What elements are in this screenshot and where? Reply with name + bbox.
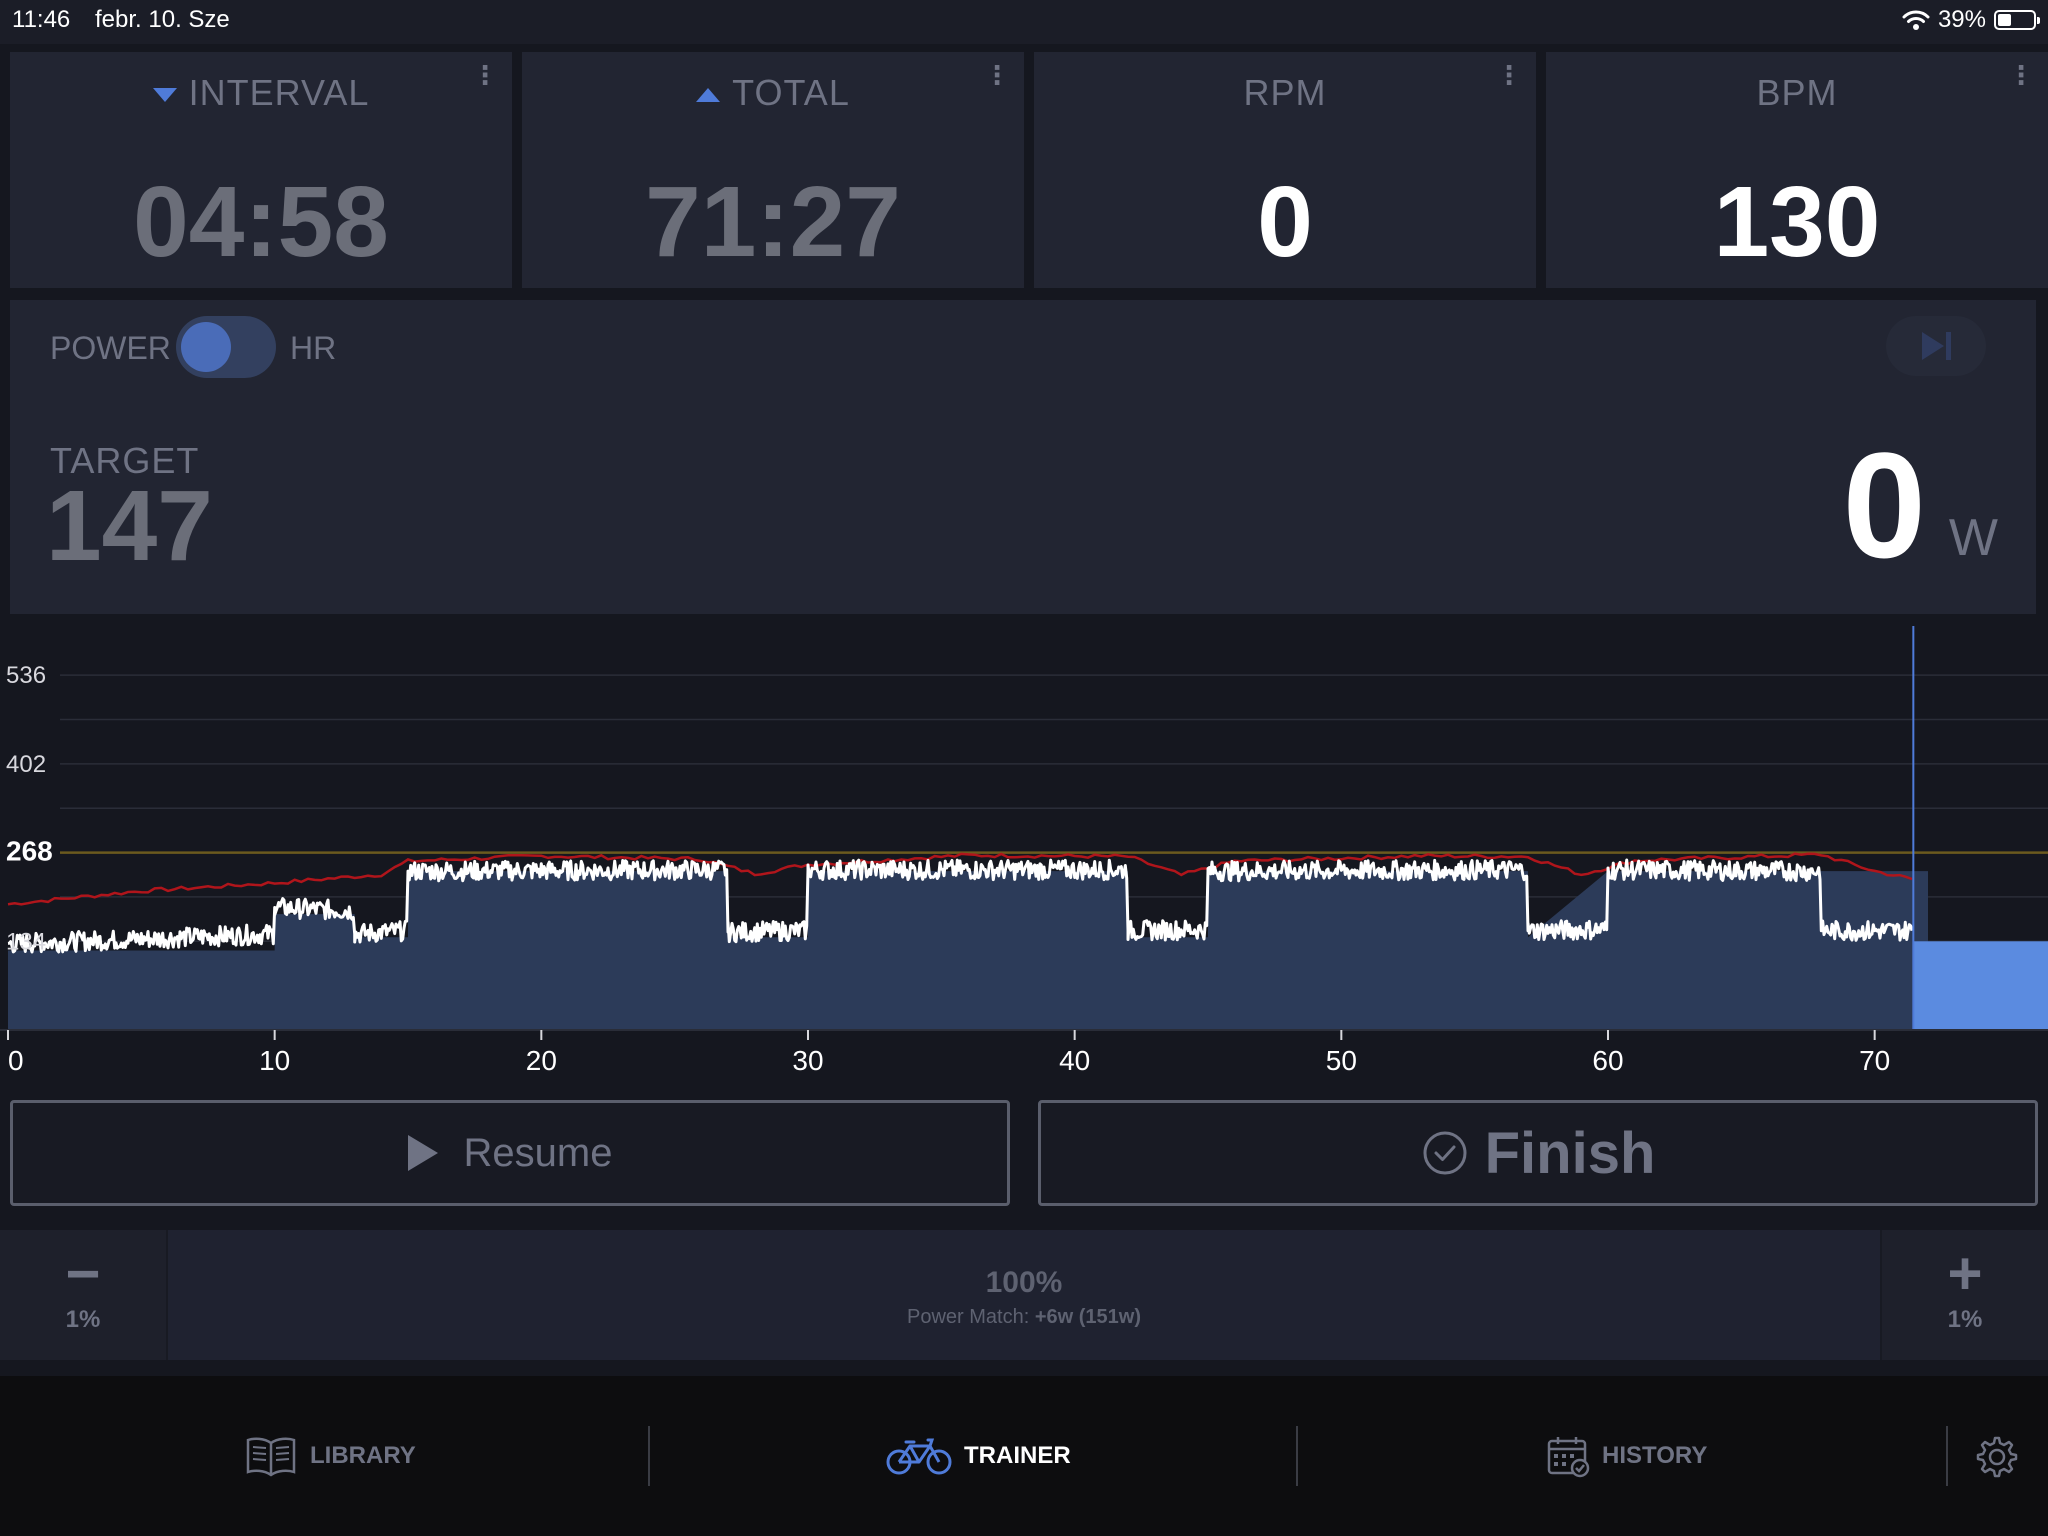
current-interval-block bbox=[1913, 941, 2048, 1030]
intensity-display: 100% Power Match: +6w (151w) bbox=[168, 1230, 1880, 1360]
power-hr-toggle[interactable] bbox=[176, 316, 276, 378]
battery-percent: 39% bbox=[1937, 6, 1986, 33]
mode-hr-label: HR bbox=[290, 330, 337, 366]
battery-icon bbox=[1994, 10, 2040, 30]
plus-icon: + bbox=[1947, 1240, 1983, 1307]
rpm-more-icon[interactable]: ⋮ bbox=[1496, 62, 1522, 88]
increase-step-label: 1% bbox=[1947, 1306, 1983, 1333]
status-indicators: 39% bbox=[1902, 6, 2040, 34]
power-match-row: Power Match: +6w (151w) bbox=[168, 1306, 1880, 1329]
minus-icon: − bbox=[65, 1240, 101, 1307]
total-tile: TOTAL 71:27 ⋮ bbox=[522, 52, 1024, 288]
status-time: 11:46 bbox=[12, 6, 71, 33]
resume-button[interactable]: Resume bbox=[10, 1100, 1010, 1206]
power-panel: POWER HR TARGET 147 0 W bbox=[10, 300, 2036, 614]
rpm-tile: RPM 0 ⋮ bbox=[1034, 52, 1536, 288]
skip-next-icon bbox=[1922, 332, 1951, 360]
tab-divider bbox=[648, 1426, 650, 1486]
status-bar: 11:46 febr. 10. Sze 39% bbox=[0, 0, 2048, 44]
mode-power-label: POWER bbox=[50, 330, 171, 366]
x-tick-label: 70 bbox=[1859, 1045, 1890, 1076]
battery-fill bbox=[1998, 14, 2011, 26]
workout-chart: 536 402 268 134 0 10 20 30 40 50 60 70 bbox=[0, 626, 2048, 1082]
y-tick-label: 134 bbox=[6, 928, 46, 955]
x-tick-label: 50 bbox=[1326, 1045, 1357, 1076]
current-power-value: 0 bbox=[1842, 421, 1926, 589]
interval-label-row: INTERVAL bbox=[10, 72, 512, 114]
interval-tile: INTERVAL 04:58 ⋮ bbox=[10, 52, 512, 288]
target-value: 147 bbox=[46, 470, 213, 582]
decrease-intensity-button[interactable]: − 1% bbox=[0, 1230, 166, 1360]
interval-label: INTERVAL bbox=[188, 72, 370, 113]
power-unit: W bbox=[1948, 509, 1998, 567]
tab-trainer-label: TRAINER bbox=[964, 1442, 1071, 1469]
power-match-label: Power Match: bbox=[907, 1306, 1030, 1328]
total-label: TOTAL bbox=[732, 72, 850, 113]
tab-history-label: HISTORY bbox=[1602, 1442, 1708, 1469]
tab-bar: LIBRARY TRAINER HISTORY bbox=[0, 1376, 2048, 1536]
rpm-value: 0 bbox=[1257, 166, 1313, 278]
decrease-step-label: 1% bbox=[65, 1306, 101, 1333]
skip-interval-button[interactable] bbox=[1886, 316, 1986, 376]
finish-label: Finish bbox=[1484, 1120, 1656, 1186]
bicycle-icon bbox=[886, 1438, 952, 1475]
increase-intensity-button[interactable]: + 1% bbox=[1882, 1230, 2048, 1360]
triangle-up-icon bbox=[696, 88, 721, 103]
bpm-tile: BPM 130 ⋮ bbox=[1546, 52, 2048, 288]
total-more-icon[interactable]: ⋮ bbox=[984, 62, 1010, 88]
bpm-more-icon[interactable]: ⋮ bbox=[2008, 62, 2034, 88]
gear-icon[interactable] bbox=[1974, 1434, 2020, 1480]
x-tick-label: 20 bbox=[526, 1045, 557, 1076]
interval-more-icon[interactable]: ⋮ bbox=[472, 62, 498, 88]
total-value: 71:27 bbox=[645, 166, 901, 278]
calendar-check-icon bbox=[1547, 1437, 1590, 1478]
power-match-value: +6w (151w) bbox=[1034, 1306, 1141, 1328]
y-tick-label: 268 bbox=[6, 836, 53, 867]
tab-library-label: LIBRARY bbox=[310, 1442, 416, 1469]
intensity-percent: 100% bbox=[985, 1266, 1063, 1299]
x-tick-label: 40 bbox=[1059, 1045, 1090, 1076]
toggle-knob bbox=[181, 322, 231, 372]
book-icon bbox=[246, 1437, 296, 1477]
app-screen: 11:46 febr. 10. Sze 39% INTERVAL 04:58 ⋮… bbox=[0, 0, 2048, 1536]
x-tick-label: 0 bbox=[8, 1045, 24, 1076]
x-tick-label: 10 bbox=[259, 1045, 290, 1076]
tab-trainer[interactable]: TRAINER bbox=[886, 1426, 1071, 1486]
check-circle-icon bbox=[1423, 1131, 1467, 1175]
play-icon bbox=[407, 1135, 438, 1171]
tab-divider bbox=[1296, 1426, 1298, 1486]
x-tick-label: 30 bbox=[792, 1045, 823, 1076]
tab-divider bbox=[1946, 1426, 1948, 1486]
y-tick-label: 402 bbox=[6, 751, 46, 778]
tab-history[interactable]: HISTORY bbox=[1546, 1426, 1707, 1486]
y-tick-label: 536 bbox=[6, 662, 46, 689]
wifi-icon bbox=[1902, 10, 1930, 30]
finish-button[interactable]: Finish bbox=[1038, 1100, 2038, 1206]
bpm-value: 130 bbox=[1713, 166, 1881, 278]
status-date: febr. 10. Sze bbox=[95, 6, 230, 33]
triangle-down-icon bbox=[152, 88, 177, 103]
x-tick-label: 60 bbox=[1592, 1045, 1623, 1076]
resume-label: Resume bbox=[463, 1130, 613, 1175]
intensity-adjust-bar: − 1% 100% Power Match: +6w (151w) + 1% bbox=[0, 1230, 2048, 1360]
rpm-label: RPM bbox=[1243, 72, 1327, 113]
tab-library[interactable]: LIBRARY bbox=[244, 1426, 416, 1486]
total-label-row: TOTAL bbox=[522, 72, 1024, 114]
interval-value: 04:58 bbox=[133, 166, 389, 278]
bpm-label: BPM bbox=[1756, 72, 1838, 113]
